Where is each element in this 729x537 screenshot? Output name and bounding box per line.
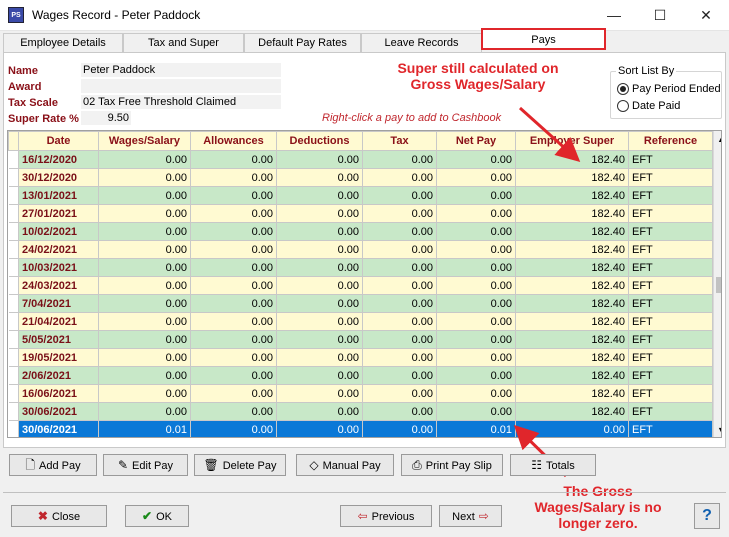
print-pay-slip-button[interactable]: ⎙ Print Pay Slip <box>401 454 503 476</box>
calculator-icon: ☷ <box>531 458 542 472</box>
add-pay-label: Add Pay <box>39 460 81 472</box>
tab-pays[interactable]: Pays <box>481 28 606 50</box>
ok-label: OK <box>156 511 172 523</box>
manual-pay-label: Manual Pay <box>322 460 381 472</box>
printer-icon: ⎙ <box>412 458 422 472</box>
eraser-icon: ◇ <box>309 458 319 472</box>
print-pay-slip-label: Print Pay Slip <box>425 460 492 472</box>
add-pay-button[interactable]: 🗋 Add Pay <box>9 454 97 476</box>
totals-label: Totals <box>546 460 575 472</box>
delete-pay-label: Delete Pay <box>222 460 277 472</box>
edit-pay-button[interactable]: ✎ Edit Pay <box>103 454 188 476</box>
close-button[interactable]: ✖ Close <box>11 505 107 527</box>
edit-pay-icon: ✎ <box>117 458 129 472</box>
x-icon: ✖ <box>37 509 48 523</box>
close-label: Close <box>51 511 81 523</box>
arrow-right-icon: ⇨ <box>478 509 489 523</box>
totals-button[interactable]: ☷ Totals <box>510 454 596 476</box>
previous-button[interactable]: ⇦ Previous <box>340 505 432 527</box>
trash-icon: 🗑 <box>203 458 219 472</box>
manual-pay-button[interactable]: ◇ Manual Pay <box>296 454 394 476</box>
next-button[interactable]: Next ⇨ <box>439 505 502 527</box>
ok-button[interactable]: ✔ OK <box>125 505 189 527</box>
next-label: Next <box>452 511 475 523</box>
delete-pay-button[interactable]: 🗑 Delete Pay <box>194 454 286 476</box>
check-icon: ✔ <box>142 509 153 523</box>
edit-pay-label: Edit Pay <box>132 460 174 472</box>
arrow-left-icon: ⇦ <box>357 509 368 523</box>
add-pay-icon: 🗋 <box>25 458 36 472</box>
previous-label: Previous <box>371 511 415 523</box>
arrow-to-super <box>518 106 581 163</box>
help-button[interactable]: ? <box>694 503 720 529</box>
